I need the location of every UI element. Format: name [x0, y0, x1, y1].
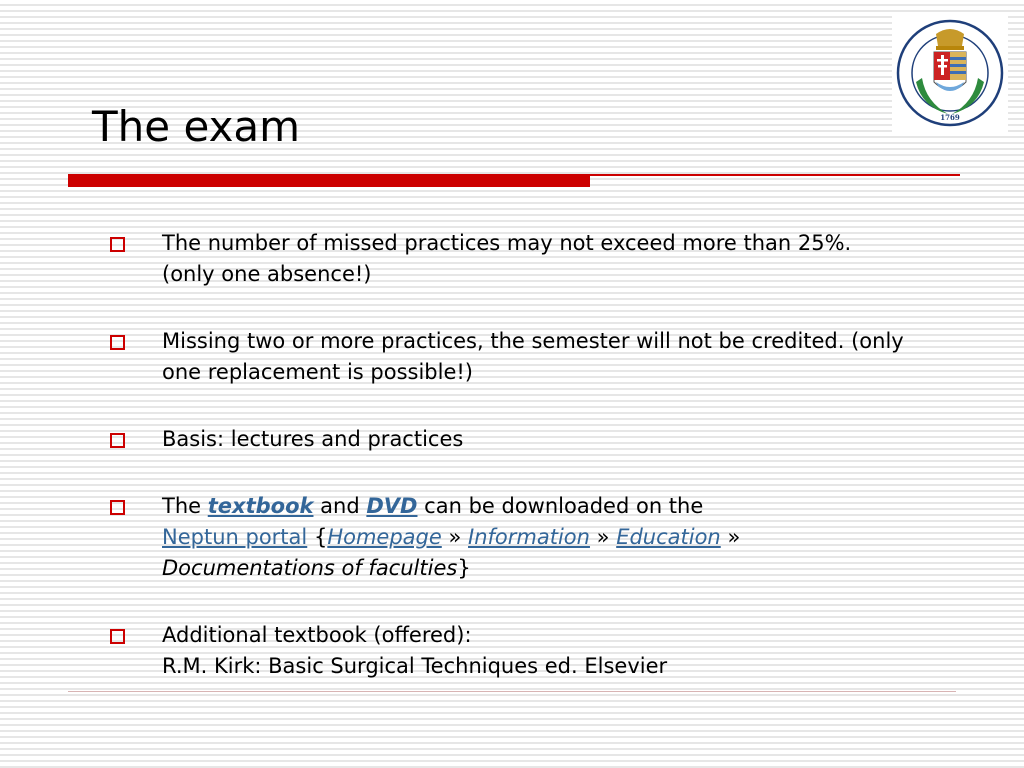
dvd-link[interactable]: DVD [366, 494, 417, 518]
square-bullet-icon [110, 433, 125, 448]
bullet-text: Missing two or more practices, the semes… [162, 329, 904, 384]
title-underline-thick [68, 174, 590, 187]
bullet-item-basis: Basis: lectures and practices [108, 424, 908, 455]
bullet-text-line2: R.M. Kirk: Basic Surgical Techniques ed.… [162, 654, 668, 678]
footer-divider [68, 691, 956, 692]
open-brace: { [313, 525, 328, 549]
square-bullet-icon [110, 629, 125, 644]
breadcrumb-separator: » [448, 525, 462, 549]
seal-year: 1769 [940, 113, 960, 122]
close-brace: } [457, 556, 471, 580]
documentations-of-faculties: Documentations of faculties [162, 556, 458, 580]
bullet-text-line1: Additional textbook (offered): [162, 623, 472, 647]
square-bullet-icon [110, 335, 125, 350]
breadcrumb-separator: » [727, 525, 741, 549]
title-underline-thin [590, 174, 960, 176]
education-link[interactable]: Education [616, 525, 721, 549]
breadcrumb-separator: » [596, 525, 610, 549]
square-bullet-icon [110, 237, 125, 252]
textbook-link[interactable]: textbook [208, 494, 314, 518]
bullet-item-additional-textbook: Additional textbook (offered): R.M. Kirk… [108, 620, 908, 682]
square-bullet-icon [110, 500, 125, 515]
bullet-text-suffix: can be downloaded on the [424, 494, 704, 518]
bullet-item-downloads: The textbook and DVD can be downloaded o… [108, 491, 908, 584]
bullet-text-prefix: The [162, 494, 202, 518]
neptun-portal-link[interactable]: Neptun portal [162, 525, 307, 549]
university-logo: 1769 [892, 12, 1008, 134]
slide-title: The exam [92, 102, 301, 151]
information-link[interactable]: Information [468, 525, 590, 549]
bullet-item-absence-limit: The number of missed practices may not e… [108, 228, 908, 290]
bullet-item-missing-practices: Missing two or more practices, the semes… [108, 326, 908, 388]
university-seal-icon: 1769 [896, 19, 1004, 127]
homepage-link[interactable]: Homepage [327, 525, 441, 549]
bullet-list: The number of missed practices may not e… [108, 228, 908, 718]
bullet-text-and: and [320, 494, 360, 518]
bullet-text: The number of missed practices may not e… [162, 231, 852, 286]
bullet-text: Basis: lectures and practices [162, 427, 464, 451]
